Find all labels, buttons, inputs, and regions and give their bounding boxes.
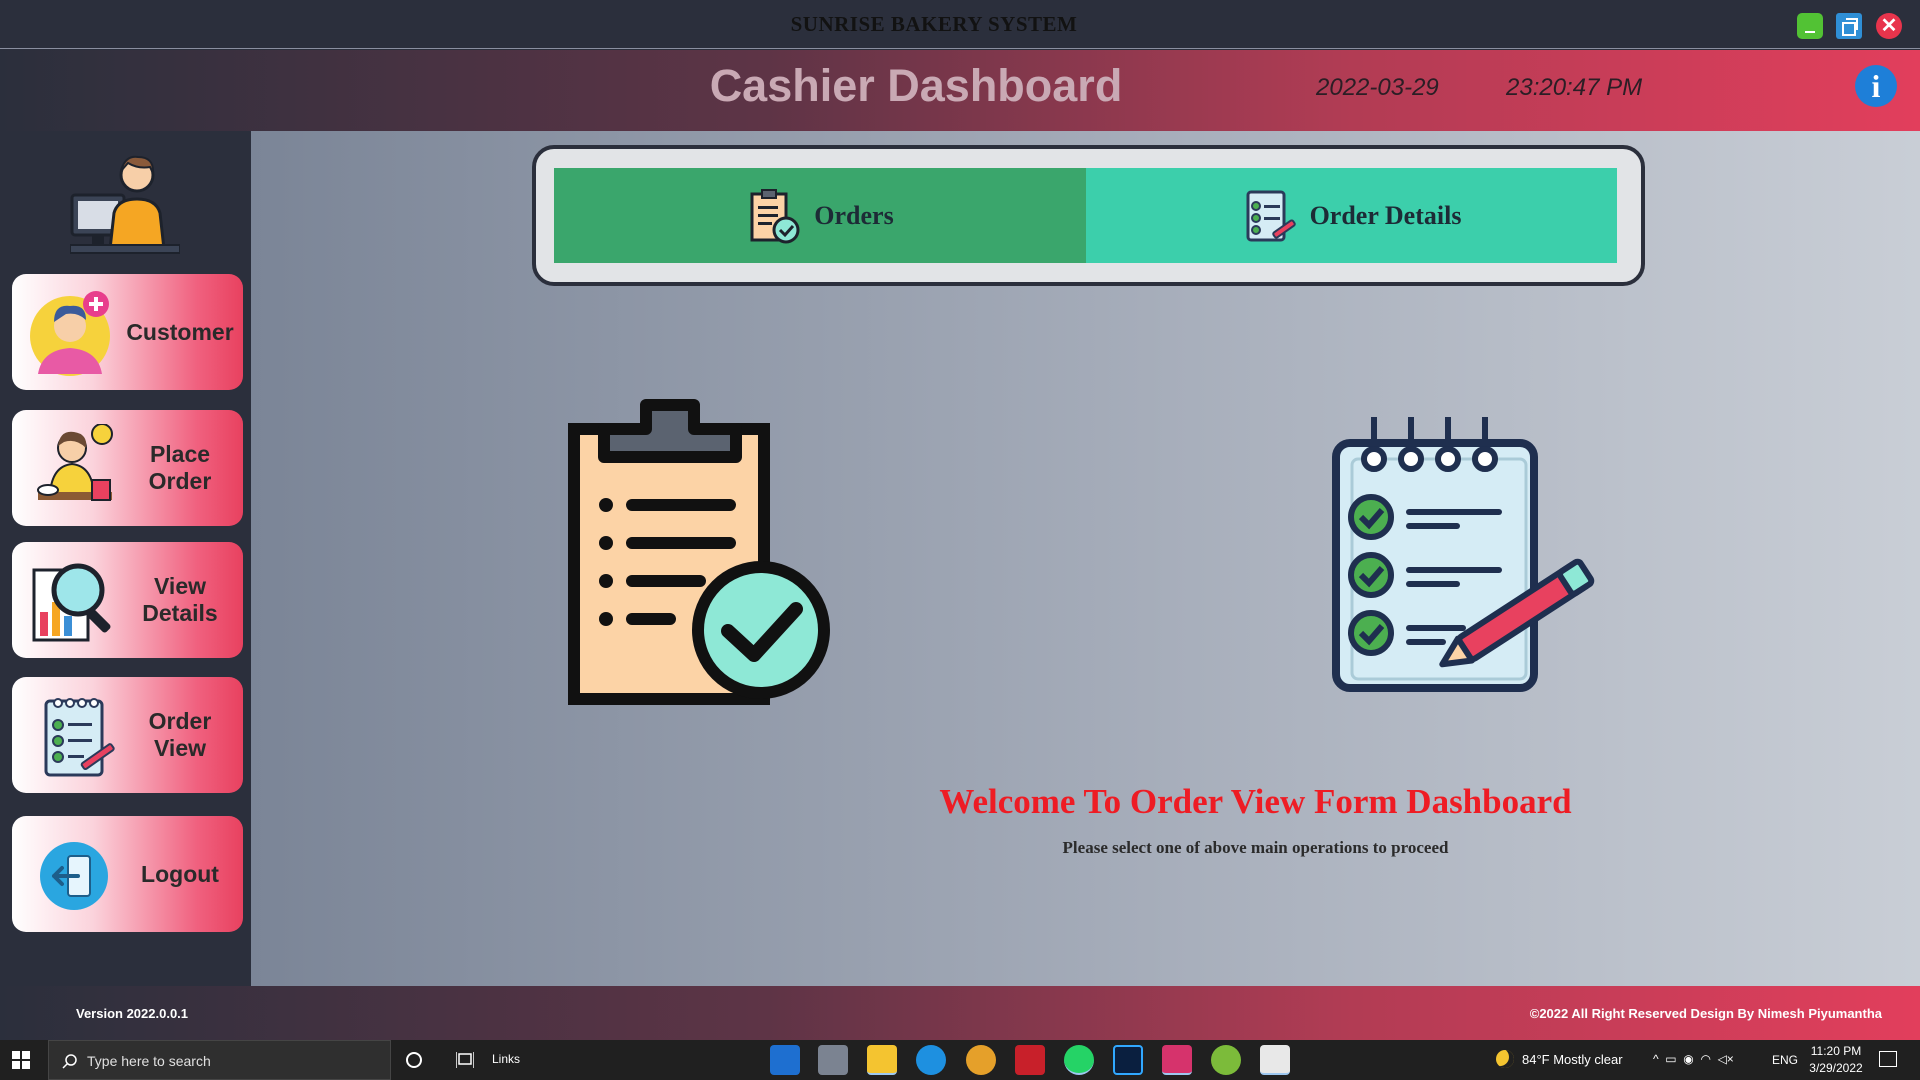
sidebar-item-label: Place Order xyxy=(148,441,212,494)
main-content: Orders Order Details Welcome To Order Vi… xyxy=(251,131,1920,986)
info-icon[interactable]: i xyxy=(1855,65,1897,107)
intellij-icon[interactable] xyxy=(1162,1045,1192,1075)
sidebar-item-label: View Details xyxy=(142,573,218,626)
welcome-title: Welcome To Order View Form Dashboard xyxy=(939,782,1572,821)
customer-add-icon xyxy=(30,291,110,376)
java-icon[interactable] xyxy=(1260,1045,1290,1075)
view-details-icon xyxy=(32,563,111,642)
clock-time: 11:20 PM xyxy=(1810,1044,1862,1058)
place-order-icon xyxy=(37,424,113,501)
sidebar-item-place-order[interactable]: Place Order xyxy=(12,410,243,526)
clipboard-check-icon xyxy=(750,188,800,243)
notepad-icon xyxy=(1246,190,1296,241)
task-view-icon[interactable] xyxy=(456,1052,474,1068)
system-tray-icons[interactable]: ^ ▭ ◉ ◠ ◁× xyxy=(1653,1052,1734,1066)
mail-icon[interactable] xyxy=(770,1045,800,1075)
tab-label: Order Details xyxy=(1309,200,1462,230)
sidebar-item-label: Logout xyxy=(141,860,219,887)
sidebar-item-customer[interactable]: Customer xyxy=(12,274,243,390)
taskbar: Links 84°F Mostly clear ^ ▭ ◉ ◠ ◁× ENG 1… xyxy=(0,1040,1920,1080)
sidebar-item-view-details[interactable]: View Details xyxy=(12,542,243,658)
tab-orders[interactable]: Orders xyxy=(554,168,1086,263)
tab-label: Orders xyxy=(814,200,894,230)
order-view-icon xyxy=(44,698,115,777)
app-red-icon[interactable] xyxy=(1015,1045,1045,1075)
taskbar-search[interactable] xyxy=(48,1040,391,1080)
maximize-icon[interactable] xyxy=(1836,13,1862,39)
photoshop-icon[interactable] xyxy=(1113,1045,1143,1075)
sidebar-item-logout[interactable]: Logout xyxy=(12,816,243,932)
moon-icon xyxy=(1496,1050,1514,1068)
weather-widget[interactable]: 84°F Mostly clear xyxy=(1496,1050,1623,1068)
order-details-notepad-icon xyxy=(1332,417,1595,692)
search-icon xyxy=(62,1054,77,1069)
file-icon[interactable] xyxy=(818,1045,848,1075)
tab-bar: Orders Order Details xyxy=(532,145,1645,286)
logout-icon xyxy=(40,842,108,910)
header-date: 2022-03-29 xyxy=(1316,74,1439,101)
header-time: 23:20:47 PM xyxy=(1506,74,1643,101)
minimize-icon[interactable] xyxy=(1797,13,1823,39)
tab-order-details[interactable]: Order Details xyxy=(1086,168,1617,263)
sidebar: Customer Place Order View Details Order … xyxy=(0,131,251,986)
welcome-subtitle: Please select one of above main operatio… xyxy=(1062,838,1449,857)
sidebar-item-label: Order View xyxy=(148,708,212,761)
sidebar-item-order-view[interactable]: Order View xyxy=(12,677,243,793)
app-green-icon[interactable] xyxy=(1211,1045,1241,1075)
edge-icon[interactable] xyxy=(916,1045,946,1075)
dashboard-header: Cashier Dashboard 2022-03-29 23:20:47 PM… xyxy=(0,50,1920,131)
orders-clipboard-icon xyxy=(568,399,830,705)
cortana-icon[interactable] xyxy=(406,1052,422,1068)
search-input[interactable] xyxy=(87,1049,377,1073)
taskbar-clock[interactable]: 11:20 PM 3/29/2022 xyxy=(1805,1043,1867,1077)
clock-date: 3/29/2022 xyxy=(1809,1061,1863,1075)
weather-label: 84°F Mostly clear xyxy=(1522,1051,1623,1067)
footer: Version 2022.0.0.1 ©2022 All Right Reser… xyxy=(0,986,1920,1040)
links-toolbar[interactable]: Links xyxy=(492,1052,520,1066)
file-explorer-icon[interactable] xyxy=(867,1045,897,1075)
windows-start-icon[interactable] xyxy=(12,1051,30,1069)
notification-icon[interactable] xyxy=(1879,1051,1897,1067)
language-indicator[interactable]: ENG xyxy=(1772,1053,1798,1067)
version-label: Version 2022.0.0.1 xyxy=(76,1006,189,1021)
title-bar: SUNRISE BAKERY SYSTEM ✕ xyxy=(0,0,1920,49)
chrome-icon[interactable] xyxy=(966,1045,996,1075)
whatsapp-icon[interactable] xyxy=(1064,1045,1094,1075)
app-title: SUNRISE BAKERY SYSTEM xyxy=(790,12,1078,36)
sidebar-item-label: Customer xyxy=(126,318,234,345)
copyright-label: ©2022 All Right Reserved Design By Nimes… xyxy=(1529,1006,1882,1021)
close-icon[interactable]: ✕ xyxy=(1876,13,1902,39)
cashier-avatar-icon xyxy=(70,155,180,254)
